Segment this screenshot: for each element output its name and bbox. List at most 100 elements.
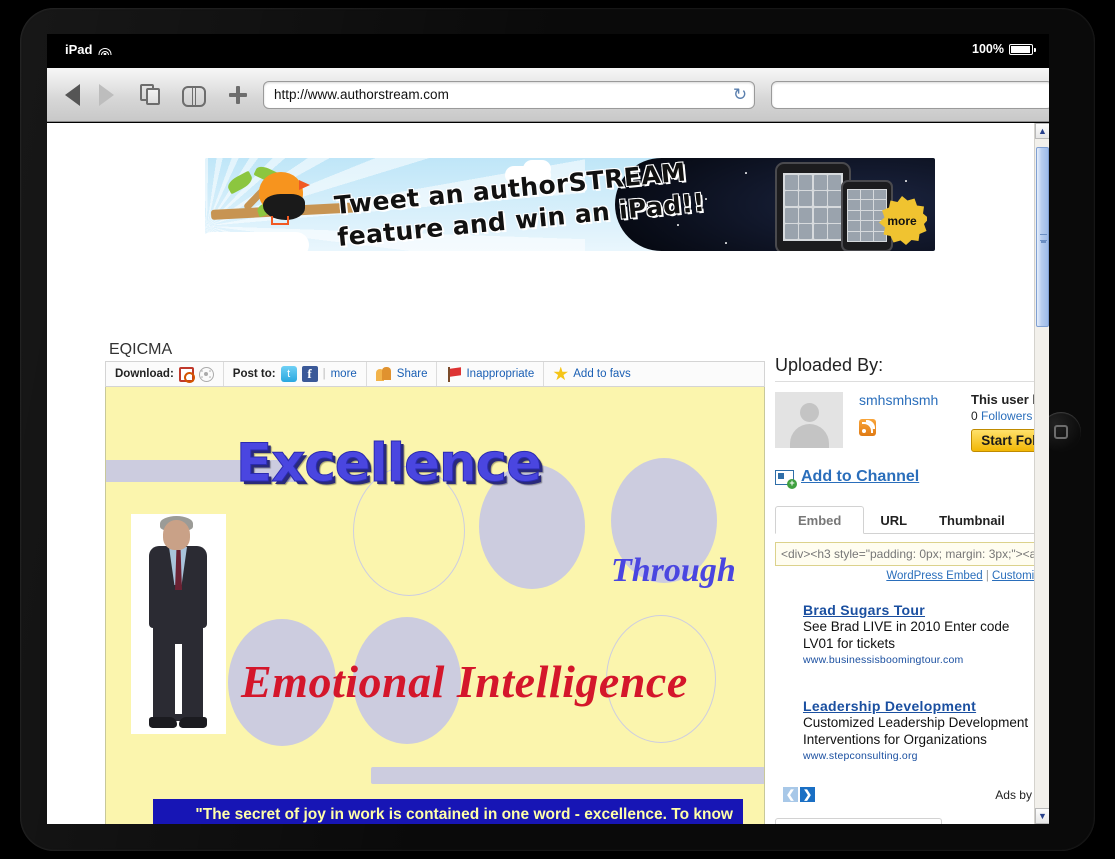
add-to-channel-label[interactable]: Add to Channel bbox=[801, 468, 919, 486]
avatar bbox=[775, 392, 843, 448]
video-download-icon[interactable] bbox=[198, 366, 214, 382]
forward-button[interactable] bbox=[89, 78, 123, 112]
home-button-square-icon bbox=[1054, 425, 1068, 439]
post-more-link[interactable]: more bbox=[331, 368, 357, 380]
slide-canvas[interactable]: Excellence Through Emotional Intelligenc… bbox=[105, 387, 765, 824]
safari-toolbar: http://www.authorstream.com ↻ bbox=[47, 68, 1049, 122]
address-bar[interactable]: http://www.authorstream.com ↻ bbox=[263, 80, 755, 109]
ads-prev-icon[interactable]: ❮ bbox=[783, 786, 798, 802]
ad-title[interactable]: Leadership Development bbox=[803, 698, 1049, 714]
ads-by-prefix: Ads by bbox=[995, 788, 1032, 802]
battery-percent-label: 100% bbox=[972, 42, 1004, 56]
share-label[interactable]: Share bbox=[397, 368, 428, 380]
add-to-favs-label[interactable]: Add to favs bbox=[573, 368, 631, 380]
rss-icon[interactable] bbox=[859, 419, 876, 436]
scroll-thumb[interactable] bbox=[1036, 147, 1049, 327]
download-label: Download: bbox=[115, 368, 174, 380]
page-scrollbar[interactable]: ▲ ▼ bbox=[1034, 123, 1049, 824]
search-input[interactable] bbox=[771, 80, 1049, 109]
ad-line-1: See Brad LIVE in 2010 Enter code bbox=[803, 619, 1010, 634]
ipad-screen: iPad 100% http://www.authorstream.com ↻ … bbox=[47, 34, 1049, 824]
scroll-down-icon[interactable]: ▼ bbox=[1035, 808, 1049, 824]
google-ad-2[interactable]: Leadership Development Customized Leader… bbox=[775, 698, 1049, 762]
plus-icon bbox=[228, 85, 248, 105]
tab-related-presentations[interactable]: Related Presentations bbox=[775, 818, 942, 824]
embed-tabs: Embed URL Thumbnail bbox=[775, 506, 1049, 534]
bird-beak-icon bbox=[299, 180, 310, 190]
back-arrow-icon bbox=[64, 83, 80, 106]
battery-icon bbox=[1009, 43, 1036, 55]
slide-decor-bar bbox=[371, 767, 764, 784]
google-ad-1[interactable]: Brad Sugars Tour See Brad LIVE in 2010 E… bbox=[775, 602, 1049, 666]
ads-next-icon[interactable]: ❯ bbox=[800, 786, 815, 802]
ad-line-1: Customized Leadership Development bbox=[803, 715, 1029, 730]
presentation-player-column: Download: Post to: t f | more Share Inap… bbox=[105, 361, 765, 824]
tab-thumbnail[interactable]: Thumbnail bbox=[923, 507, 1021, 533]
ad-url: www.businessisboomingtour.com bbox=[803, 654, 964, 666]
add-to-channel-icon bbox=[775, 469, 797, 489]
slide-quote-text: "The secret of joy in work is contained … bbox=[195, 806, 733, 823]
add-to-channel-row[interactable]: Add to Channel bbox=[775, 468, 1049, 489]
slide-quote-box: "The secret of joy in work is contained … bbox=[153, 799, 743, 824]
page-title: EQICMA bbox=[109, 341, 173, 358]
embed-links: WordPress Embed | Customize Embed bbox=[775, 570, 1049, 582]
inappropriate-label[interactable]: Inappropriate bbox=[466, 368, 534, 380]
slide-word-emotional-intelligence: Emotional Intelligence bbox=[241, 656, 688, 707]
powerpoint-download-icon[interactable] bbox=[178, 366, 195, 383]
status-bar-left: iPad bbox=[65, 42, 112, 57]
pages-button[interactable] bbox=[133, 78, 167, 112]
ads-nav: ❮ ❯ bbox=[783, 786, 815, 802]
ads-footer: ❮ ❯ Ads by Google bbox=[775, 784, 1049, 804]
businessman-photo bbox=[131, 514, 226, 734]
ipad-device-frame: iPad 100% http://www.authorstream.com ↻ … bbox=[20, 8, 1095, 851]
ad-line-2: LV01 for tickets bbox=[803, 636, 896, 651]
status-bar-right: 100% bbox=[972, 42, 1036, 56]
related-tabs: Related Presentations More by this User bbox=[775, 818, 1049, 824]
wordpress-embed-link[interactable]: WordPress Embed bbox=[886, 570, 982, 582]
wifi-icon bbox=[98, 44, 112, 55]
embed-code-input[interactable]: <div><h3 style="padding: 0px; margin: 3p… bbox=[775, 542, 1049, 566]
share-group[interactable]: Share bbox=[367, 362, 437, 386]
promo-banner[interactable]: Tweet an authorSTREAM feature and win an… bbox=[205, 158, 935, 251]
bird-legs-icon bbox=[271, 216, 289, 225]
scroll-up-icon[interactable]: ▲ bbox=[1035, 123, 1049, 139]
web-page-viewport: Tweet an authorSTREAM feature and win an… bbox=[47, 123, 1049, 824]
uploader-name[interactable]: smhsmhsmh bbox=[859, 392, 965, 408]
twitter-icon[interactable]: t bbox=[280, 366, 297, 382]
ad-title[interactable]: Brad Sugars Tour bbox=[803, 602, 1049, 618]
embed-links-separator: | bbox=[985, 570, 989, 582]
facebook-icon[interactable]: f bbox=[301, 366, 318, 382]
new-tab-button[interactable] bbox=[221, 78, 255, 112]
followers-link[interactable]: Followers bbox=[981, 409, 1032, 423]
ad-url: www.stepconsulting.org bbox=[803, 750, 918, 762]
flag-icon bbox=[446, 366, 461, 382]
post-to-label: Post to: bbox=[232, 368, 276, 380]
ipad-icon bbox=[775, 162, 851, 251]
url-text: http://www.authorstream.com bbox=[274, 87, 449, 102]
presentation-action-bar: Download: Post to: t f | more Share Inap… bbox=[105, 361, 765, 387]
tab-embed[interactable]: Embed bbox=[775, 506, 865, 534]
back-button[interactable] bbox=[55, 78, 89, 112]
page-content: Tweet an authorSTREAM feature and win an… bbox=[47, 123, 1049, 824]
share-people-icon bbox=[375, 367, 392, 381]
inappropriate-group[interactable]: Inappropriate bbox=[437, 362, 543, 386]
sidebar: Uploaded By: smhsmhsmh This user has 0 F… bbox=[775, 355, 1049, 824]
tab-more-by-this-user[interactable]: More by this User bbox=[942, 819, 1049, 824]
star-icon bbox=[553, 366, 568, 381]
carrier-label: iPad bbox=[65, 42, 93, 57]
followers-count: 0 bbox=[971, 409, 978, 423]
bookmarks-button[interactable] bbox=[177, 78, 211, 112]
reload-icon[interactable]: ↻ bbox=[732, 86, 748, 103]
ios-status-bar: iPad 100% bbox=[47, 34, 1049, 68]
uploader-info: smhsmhsmh bbox=[859, 392, 965, 452]
pages-icon bbox=[139, 84, 161, 105]
ad-line-2: Interventions for Organizations bbox=[803, 732, 987, 747]
tab-url[interactable]: URL bbox=[864, 507, 923, 533]
post-to-group: Post to: t f | more bbox=[224, 362, 366, 386]
slide-word-through: Through bbox=[611, 552, 736, 589]
banner-cloud bbox=[205, 232, 309, 251]
uploaded-by-heading: Uploaded By: bbox=[775, 355, 1049, 382]
add-to-favs-group[interactable]: Add to favs bbox=[544, 362, 640, 386]
download-group: Download: bbox=[106, 362, 223, 386]
divider: | bbox=[322, 368, 326, 380]
